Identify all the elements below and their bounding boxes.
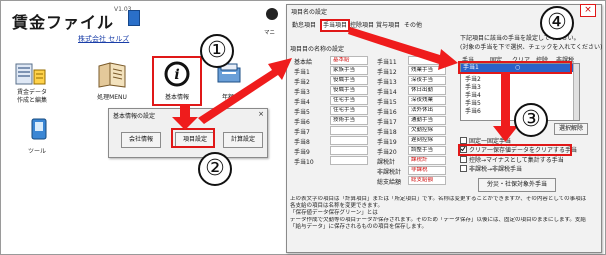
- company-link[interactable]: 株式会社 セルズ: [78, 34, 129, 44]
- item-settings-dialog-title: 項目名の設定: [291, 9, 328, 16]
- note-line: 「給与データ」に保存されるものの項目を保存します。: [290, 224, 427, 230]
- field-label: 手当19: [377, 139, 397, 146]
- field-input[interactable]: [330, 146, 368, 155]
- field-label: 手当12: [377, 69, 397, 76]
- field-label: 手当13: [377, 79, 397, 86]
- exclude-button[interactable]: 労災・社保対象外手当: [478, 178, 556, 192]
- nontax-checkbox[interactable]: [460, 165, 467, 172]
- step-4-marker: ④: [540, 6, 574, 40]
- field-input[interactable]: 住宅手当: [330, 96, 368, 105]
- app-title: 賃金ファイル: [12, 13, 115, 32]
- field-input[interactable]: [330, 136, 368, 145]
- deduct-checkbox-label: 控除→マイナスとして集計する手当: [469, 157, 564, 164]
- tab-bonus[interactable]: 賞与項目: [376, 21, 400, 30]
- fixed-checkbox[interactable]: [460, 137, 467, 144]
- field-label: 手当3: [294, 89, 310, 96]
- field-label: 基本給: [294, 59, 313, 66]
- field-input[interactable]: 休日出勤: [408, 86, 446, 95]
- field-label: 手当8: [294, 139, 310, 146]
- tool-icon[interactable]: [26, 115, 56, 143]
- step-3-marker: ③: [514, 103, 548, 137]
- partial-icon: [266, 8, 278, 20]
- process-menu-label: 処理MENU: [97, 94, 127, 101]
- field-label: 手当9: [294, 149, 310, 156]
- field-input[interactable]: [330, 156, 368, 165]
- list-row-highlight: [458, 61, 572, 74]
- field-label: 手当15: [377, 99, 397, 106]
- step-2-marker: ②: [198, 152, 232, 186]
- close-icon[interactable]: ×: [258, 110, 264, 118]
- field-input[interactable]: 遅刻控除: [408, 136, 446, 145]
- field-input[interactable]: 法外休出: [408, 106, 446, 115]
- field-label: 手当14: [377, 89, 397, 96]
- field-label: 手当6: [294, 119, 310, 126]
- field-input[interactable]: 課税計: [408, 156, 446, 165]
- book-icon: [128, 10, 140, 26]
- tab-attendance[interactable]: 勤怠項目: [292, 21, 316, 30]
- field-input[interactable]: 技術手当: [330, 116, 368, 125]
- item-settings-highlight: [171, 128, 215, 148]
- wage-data-icon[interactable]: [14, 60, 46, 88]
- notes-area: 上の表文字の項目は「計算項目」または「所定項目」です。名称は変更することができま…: [290, 196, 586, 231]
- deduct-checkbox[interactable]: [460, 156, 467, 163]
- basic-info-dialog-title: 基本情報の設定: [113, 113, 156, 120]
- field-label: 手当10: [294, 159, 314, 166]
- step-1-marker: ①: [200, 34, 234, 68]
- basic-info-highlight: [152, 56, 202, 106]
- field-input[interactable]: [330, 126, 368, 135]
- field-input[interactable]: 住宅手当: [330, 106, 368, 115]
- field-input[interactable]: 非課税: [408, 166, 446, 175]
- section-title: 項目目の名称の設定: [290, 46, 345, 53]
- field-input[interactable]: 役職手当: [330, 76, 368, 85]
- field-label: 手当11: [377, 59, 397, 66]
- field-input[interactable]: 欠勤控除: [408, 126, 446, 135]
- field-input[interactable]: 深夜残業: [408, 96, 446, 105]
- tab-other[interactable]: その他: [404, 21, 422, 30]
- note-line: 各支給の項目は名称を変更できます。: [290, 203, 383, 209]
- field-label: 手当4: [294, 99, 310, 106]
- field-label: 非課税計: [377, 169, 402, 176]
- field-label: 手当20: [377, 149, 397, 156]
- field-label: 手当18: [377, 129, 397, 136]
- calc-settings-button[interactable]: 計算設定: [223, 132, 263, 148]
- field-input[interactable]: [408, 56, 446, 65]
- field-input[interactable]: 役職手当: [330, 86, 368, 95]
- partial-label: マニ: [264, 30, 276, 36]
- field-label: 手当16: [377, 109, 397, 116]
- field-label: 手当2: [294, 79, 310, 86]
- tool-label: ツール: [27, 148, 46, 155]
- company-info-button[interactable]: 会社情報: [121, 132, 161, 148]
- note-line: 「保存値データ保存グリーン」とは: [290, 210, 378, 216]
- note-line: 上の表文字の項目は「計算項目」または「所定項目」です。名称は変更することができま…: [290, 196, 586, 202]
- note-line: データ作成で欠勤等の項目データが保存されます。そのため「データ保存」以後には、固…: [290, 217, 586, 223]
- field-input[interactable]: 基本給: [330, 56, 368, 65]
- field-input[interactable]: 深夜手当: [408, 76, 446, 85]
- field-input[interactable]: 残業手当: [408, 66, 446, 75]
- field-input[interactable]: 家族手当: [330, 66, 368, 75]
- field-input[interactable]: 通勤手当: [408, 116, 446, 125]
- field-input[interactable]: 調整手当: [408, 146, 446, 155]
- deselect-button[interactable]: 選択解除: [554, 123, 588, 135]
- field-label: 手当1: [294, 69, 310, 76]
- list-row[interactable]: 手当6: [465, 106, 481, 115]
- field-label: 手当7: [294, 129, 310, 136]
- close-icon[interactable]: ×: [580, 4, 596, 17]
- tab-allowance[interactable]: 手当項目: [320, 19, 351, 32]
- nontax-checkbox-label: 非課税→非課税手当: [469, 166, 523, 173]
- field-label: 課税計: [377, 159, 396, 166]
- process-menu-icon[interactable]: [96, 60, 126, 88]
- field-label: 手当17: [377, 119, 397, 126]
- field-input[interactable]: 総支給額: [408, 176, 446, 185]
- field-label: 総支給額: [377, 179, 402, 186]
- instruction-sub-text: (対象の手当を下で選択、チェックを入れてください): [460, 44, 603, 51]
- tab-deduction[interactable]: 控除項目: [350, 21, 374, 30]
- wage-data-label: 賃金データ 作成と編集: [16, 89, 47, 104]
- scrollbar[interactable]: [573, 64, 579, 120]
- annual-label: 年額: [221, 94, 234, 101]
- field-label: 手当5: [294, 109, 310, 116]
